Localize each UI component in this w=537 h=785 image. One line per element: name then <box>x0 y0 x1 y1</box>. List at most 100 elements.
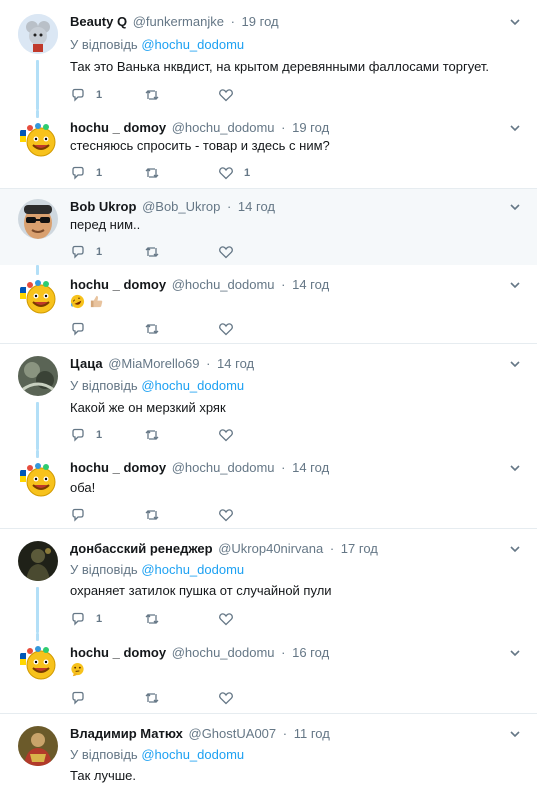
reply-button[interactable]: 1 <box>70 164 102 182</box>
retweet-button[interactable] <box>144 86 170 104</box>
timestamp[interactable]: 11 год <box>294 726 330 741</box>
username[interactable]: @Ukrop40nirvana <box>218 541 323 556</box>
separator-dot: · <box>230 14 235 29</box>
reply-button[interactable]: 1 <box>70 243 102 261</box>
like-button[interactable] <box>218 506 244 524</box>
chevron-down-icon[interactable] <box>509 462 521 474</box>
like-button[interactable]: 1 <box>218 164 250 182</box>
tweet-text: Так это Ванька нквдист, на крытом деревя… <box>70 59 490 74</box>
display-name[interactable]: hochu _ domoy <box>70 277 166 292</box>
thread-line <box>36 450 39 458</box>
reply-to-link[interactable]: @hochu_dodomu <box>141 37 244 52</box>
tweet[interactable]: Цаца @MiaMorello69 · 14 год У відповідь … <box>0 344 537 450</box>
retweet-button[interactable] <box>144 243 170 261</box>
retweet-button[interactable] <box>144 164 170 182</box>
like-button[interactable] <box>218 320 244 338</box>
display-name[interactable]: hochu _ domoy <box>70 460 166 475</box>
tweet[interactable]: hochu _ domoy @hochu_dodomu · 16 год <box>0 633 537 713</box>
reply-to-link[interactable]: @hochu_dodomu <box>141 378 244 393</box>
avatar[interactable] <box>18 356 58 396</box>
timestamp[interactable]: 19 год <box>292 120 329 135</box>
avatar[interactable] <box>18 726 58 766</box>
timestamp[interactable]: 17 год <box>341 541 378 556</box>
avatar[interactable] <box>18 199 58 239</box>
display-name[interactable]: hochu _ domoy <box>70 120 166 135</box>
tweet[interactable]: hochu _ domoy @hochu_dodomu · 14 год <box>0 265 537 343</box>
retweet-button[interactable] <box>144 320 170 338</box>
username[interactable]: @hochu_dodomu <box>172 645 275 660</box>
like-button[interactable] <box>218 426 244 444</box>
tweet-text: стесняюсь спросить - товар и здесь с ним… <box>70 138 330 153</box>
chevron-down-icon[interactable] <box>509 122 521 134</box>
reply-count: 1 <box>96 89 103 101</box>
tweet-header: hochu _ domoy @hochu_dodomu · 14 год <box>70 460 329 476</box>
timestamp[interactable]: 16 год <box>292 645 329 660</box>
retweet-icon <box>145 614 159 624</box>
timestamp[interactable]: 14 год <box>292 460 329 475</box>
chevron-down-icon[interactable] <box>509 279 521 291</box>
like-button[interactable] <box>218 243 244 261</box>
like-button[interactable] <box>218 610 244 628</box>
retweet-button[interactable] <box>144 689 170 707</box>
reply-button[interactable]: 1 <box>70 426 102 444</box>
username[interactable]: @hochu_dodomu <box>172 120 275 135</box>
tweet[interactable]: донбасский ренеджер @Ukrop40nirvana · 17… <box>0 529 537 633</box>
username[interactable]: @MiaMorello69 <box>108 356 199 371</box>
tweet-text <box>70 662 85 679</box>
reply-button[interactable]: 1 <box>70 610 102 628</box>
timestamp[interactable]: 19 год <box>242 14 279 29</box>
chevron-down-icon[interactable] <box>509 201 521 213</box>
reply-button[interactable] <box>70 506 96 524</box>
display-name[interactable]: Владимир Матюх <box>70 726 183 741</box>
avatar[interactable] <box>18 541 58 581</box>
avatar[interactable] <box>18 460 58 500</box>
avatar[interactable] <box>18 643 58 683</box>
like-button[interactable] <box>218 689 244 707</box>
chevron-down-icon[interactable] <box>509 16 521 28</box>
reply-to-link[interactable]: @hochu_dodomu <box>141 747 244 762</box>
tweet[interactable]: Владимир Матюх @GhostUA007 · 11 год У ві… <box>0 714 537 785</box>
tweet-text: оба! <box>70 480 96 495</box>
chevron-down-icon[interactable] <box>509 647 521 659</box>
reply-to-link[interactable]: @hochu_dodomu <box>141 562 244 577</box>
retweet-button[interactable] <box>144 506 170 524</box>
chevron-down-icon[interactable] <box>509 543 521 555</box>
display-name[interactable]: hochu _ domoy <box>70 645 166 660</box>
heart-icon <box>219 613 233 626</box>
tweet-actions: 1 <box>70 610 270 628</box>
username[interactable]: @Bob_Ukrop <box>142 199 220 214</box>
reply-button[interactable] <box>70 320 96 338</box>
tweet-header: hochu _ domoy @hochu_dodomu · 19 год <box>70 120 329 136</box>
username[interactable]: @funkermanjke <box>133 14 224 29</box>
retweet-button[interactable] <box>144 610 170 628</box>
timestamp[interactable]: 14 год <box>292 277 329 292</box>
display-name[interactable]: Bob Ukrop <box>70 199 136 214</box>
avatar[interactable] <box>18 277 58 317</box>
display-name[interactable]: донбасский ренеджер <box>70 541 213 556</box>
tweet[interactable]: Bob Ukrop @Bob_Ukrop · 14 год перед ним.… <box>0 189 537 265</box>
smiley-flag-avatar-image <box>18 643 58 683</box>
chevron-down-icon[interactable] <box>509 728 521 740</box>
display-name[interactable]: Цаца <box>70 356 103 371</box>
username[interactable]: @hochu_dodomu <box>172 460 275 475</box>
mouse-avatar-image <box>18 14 58 54</box>
retweet-button[interactable] <box>144 426 170 444</box>
display-name[interactable]: Beauty Q <box>70 14 127 29</box>
username[interactable]: @GhostUA007 <box>189 726 277 741</box>
tweet[interactable]: hochu _ domoy @hochu_dodomu · 19 год сте… <box>0 110 537 188</box>
reply-button[interactable] <box>70 689 96 707</box>
tweet[interactable]: Beauty Q @funkermanjke · 19 год У відпов… <box>0 0 537 110</box>
tweet-text: перед ним.. <box>70 217 141 232</box>
timestamp[interactable]: 14 год <box>217 356 254 371</box>
avatar[interactable] <box>18 14 58 54</box>
thumbs-up-emoji <box>90 295 102 308</box>
chevron-down-icon[interactable] <box>509 358 521 370</box>
timestamp[interactable]: 14 год <box>238 199 275 214</box>
tweet[interactable]: hochu _ domoy @hochu_dodomu · 14 год оба… <box>0 450 537 528</box>
reply-icon <box>72 428 84 442</box>
like-button[interactable] <box>218 86 244 104</box>
reply-button[interactable]: 1 <box>70 86 102 104</box>
reply-prefix: У відповідь <box>70 747 138 762</box>
avatar[interactable] <box>18 120 58 160</box>
username[interactable]: @hochu_dodomu <box>172 277 275 292</box>
